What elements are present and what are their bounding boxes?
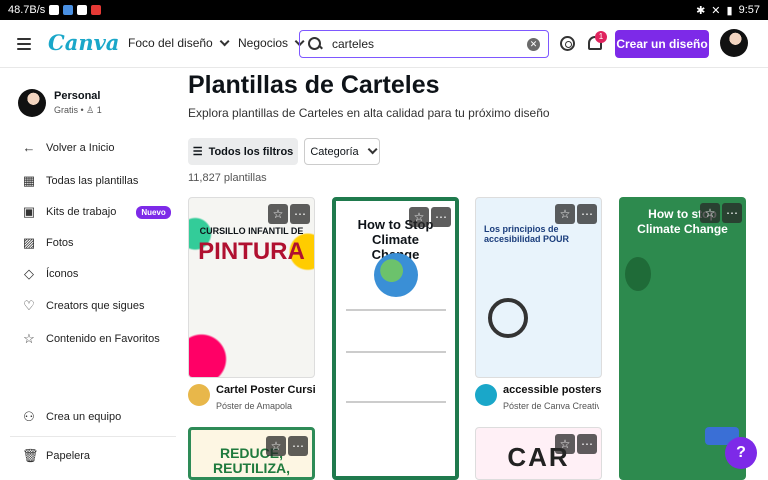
mute-icon: ✕ — [711, 4, 721, 17]
help-button[interactable]: ? — [725, 437, 757, 469]
wheelchair-image — [488, 298, 528, 338]
sidebar: Personal Gratis • ♙ 1 ← Volver a Inicio ▦… — [0, 69, 182, 480]
battery-icon: ▮ — [726, 4, 733, 17]
nav-business[interactable]: Negocios — [238, 35, 305, 50]
favorite-star-icon[interactable]: ☆ — [555, 204, 575, 224]
sidebar-item-favorites[interactable]: ☆ Contenido en Favoritos — [22, 332, 160, 346]
page-subtitle: Explora plantillas de Carteles en alta c… — [188, 106, 550, 120]
more-options-icon[interactable]: ⋯ — [290, 204, 310, 224]
app-icon — [91, 5, 102, 15]
sidebar-item-photos[interactable]: ▨ Fotos — [22, 236, 74, 250]
create-design-button[interactable]: Crear un diseño — [615, 30, 709, 58]
card-meta[interactable]: accessible posters Póster de Canva Creati… — [475, 384, 603, 411]
creator-avatar — [475, 384, 497, 406]
card-title: accessible posters — [503, 384, 602, 396]
poster-splashes — [189, 198, 314, 377]
clear-search-icon[interactable]: ✕ — [527, 38, 540, 51]
tree-image — [625, 257, 651, 291]
app-icon — [63, 5, 74, 15]
briefcase-icon: ▣ — [22, 204, 36, 219]
team-plan: Gratis • ♙ 1 — [54, 105, 102, 115]
sidebar-create-team[interactable]: ⚇ Crea un equipo — [22, 410, 121, 424]
chevron-down-icon — [367, 144, 378, 155]
divider — [10, 436, 176, 437]
favorite-star-icon[interactable]: ☆ — [266, 436, 286, 456]
canva-logo[interactable]: Canva — [48, 30, 119, 55]
template-card[interactable]: How to stop Climate Change ☆ ⋯ — [619, 197, 746, 480]
sidebar-trash[interactable]: 🗑 Papelera — [22, 449, 90, 463]
more-options-icon[interactable]: ⋯ — [431, 207, 451, 227]
divider — [346, 309, 446, 311]
star-icon: ☆ — [23, 331, 35, 346]
poster-heading: Los principios de accesibilidad POUR — [484, 224, 570, 244]
card-title: Cartel Poster Cursill… — [216, 384, 316, 396]
sidebar-item-home[interactable]: ← Volver a Inicio — [22, 140, 115, 155]
more-options-icon[interactable]: ⋯ — [722, 203, 742, 223]
app-icon — [77, 5, 88, 15]
team-icon: ⚇ — [23, 409, 35, 424]
filter-icon: ☰ — [192, 146, 203, 158]
user-avatar[interactable] — [720, 29, 748, 57]
bluetooth-icon: ✱ — [696, 4, 706, 17]
template-card[interactable]: How to Stop Climate Change ☆⋯ — [332, 197, 459, 480]
person-icon: ♙ — [86, 105, 95, 115]
search-input[interactable] — [332, 37, 517, 51]
status-bar: 48.7B/s ✱ ✕ ▮ 9:57 — [0, 0, 768, 20]
template-icon: ▦ — [22, 173, 36, 188]
favorite-star-icon[interactable]: ☆ — [700, 203, 720, 223]
sidebar-item-kits[interactable]: ▣ Kits de trabajo Nuevo — [22, 205, 171, 219]
template-card[interactable]: Los principios de accesibilidad POUR ☆ ⋯ — [475, 197, 602, 378]
more-options-icon[interactable]: ⋯ — [288, 436, 308, 456]
clock: 9:57 — [738, 4, 760, 16]
poster-big-text: PINTURA — [198, 238, 305, 265]
sidebar-item-templates[interactable]: ▦ Todas las plantillas — [22, 173, 139, 188]
arrow-left-icon: ← — [22, 140, 36, 155]
template-card[interactable]: CAR ☆ ⋯ — [475, 427, 602, 480]
card-author: Póster de Canva Creativ… — [503, 401, 599, 411]
divider — [346, 351, 446, 353]
nav-design-focus[interactable]: Foco del diseño — [128, 35, 230, 50]
all-filters-button[interactable]: ☰ Todos los filtros — [188, 138, 298, 165]
network-speed: 48.7B/s — [8, 4, 46, 16]
chevron-down-icon — [219, 35, 230, 46]
team-name: Personal — [54, 90, 101, 102]
more-options-icon[interactable]: ⋯ — [577, 434, 597, 454]
settings-icon[interactable] — [560, 36, 575, 51]
template-card[interactable]: REDUCE, REUTILIZA, ☆ ⋯ — [188, 427, 315, 480]
photo-icon: ▨ — [22, 235, 36, 250]
search-icon — [308, 37, 322, 51]
sidebar-item-icons[interactable]: ◇ Íconos — [22, 267, 78, 281]
divider — [346, 401, 446, 403]
trash-icon: 🗑 — [22, 448, 39, 463]
template-card[interactable]: CURSILLO INFANTIL DE PINTURA ☆ ⋯ — [188, 197, 315, 378]
globe-image — [374, 253, 418, 297]
team-switcher[interactable]: Personal Gratis • ♙ 1 — [18, 89, 102, 117]
main-content: Plantillas de Carteles Explora plantilla… — [188, 69, 768, 480]
app-icon — [49, 5, 60, 15]
template-count: 11,827 plantillas — [188, 172, 267, 184]
favorite-star-icon[interactable]: ☆ — [409, 207, 429, 227]
creator-avatar — [188, 384, 210, 406]
notification-badge: 1 — [595, 31, 607, 43]
shapes-icon: ◇ — [24, 266, 34, 281]
favorite-star-icon[interactable]: ☆ — [555, 434, 575, 454]
card-meta[interactable]: Cartel Poster Cursill… Póster de Amapola — [188, 384, 316, 411]
search-box[interactable]: ✕ — [299, 30, 549, 58]
page-title: Plantillas de Carteles — [188, 71, 440, 99]
top-bar: Canva Foco del diseño Negocios ✕ 1 Crear… — [0, 20, 768, 68]
sidebar-item-creators[interactable]: ♡ Creators que sigues — [22, 299, 144, 313]
menu-icon[interactable] — [17, 38, 31, 50]
more-options-icon[interactable]: ⋯ — [577, 204, 597, 224]
poster-heading: CURSILLO INFANTIL DE — [199, 226, 304, 236]
avatar — [18, 89, 46, 117]
heart-icon: ♡ — [23, 298, 35, 313]
favorite-star-icon[interactable]: ☆ — [268, 204, 288, 224]
card-author: Póster de Amapola — [216, 401, 293, 411]
new-badge: Nuevo — [136, 205, 171, 219]
category-dropdown[interactable]: Categoría — [304, 138, 380, 165]
